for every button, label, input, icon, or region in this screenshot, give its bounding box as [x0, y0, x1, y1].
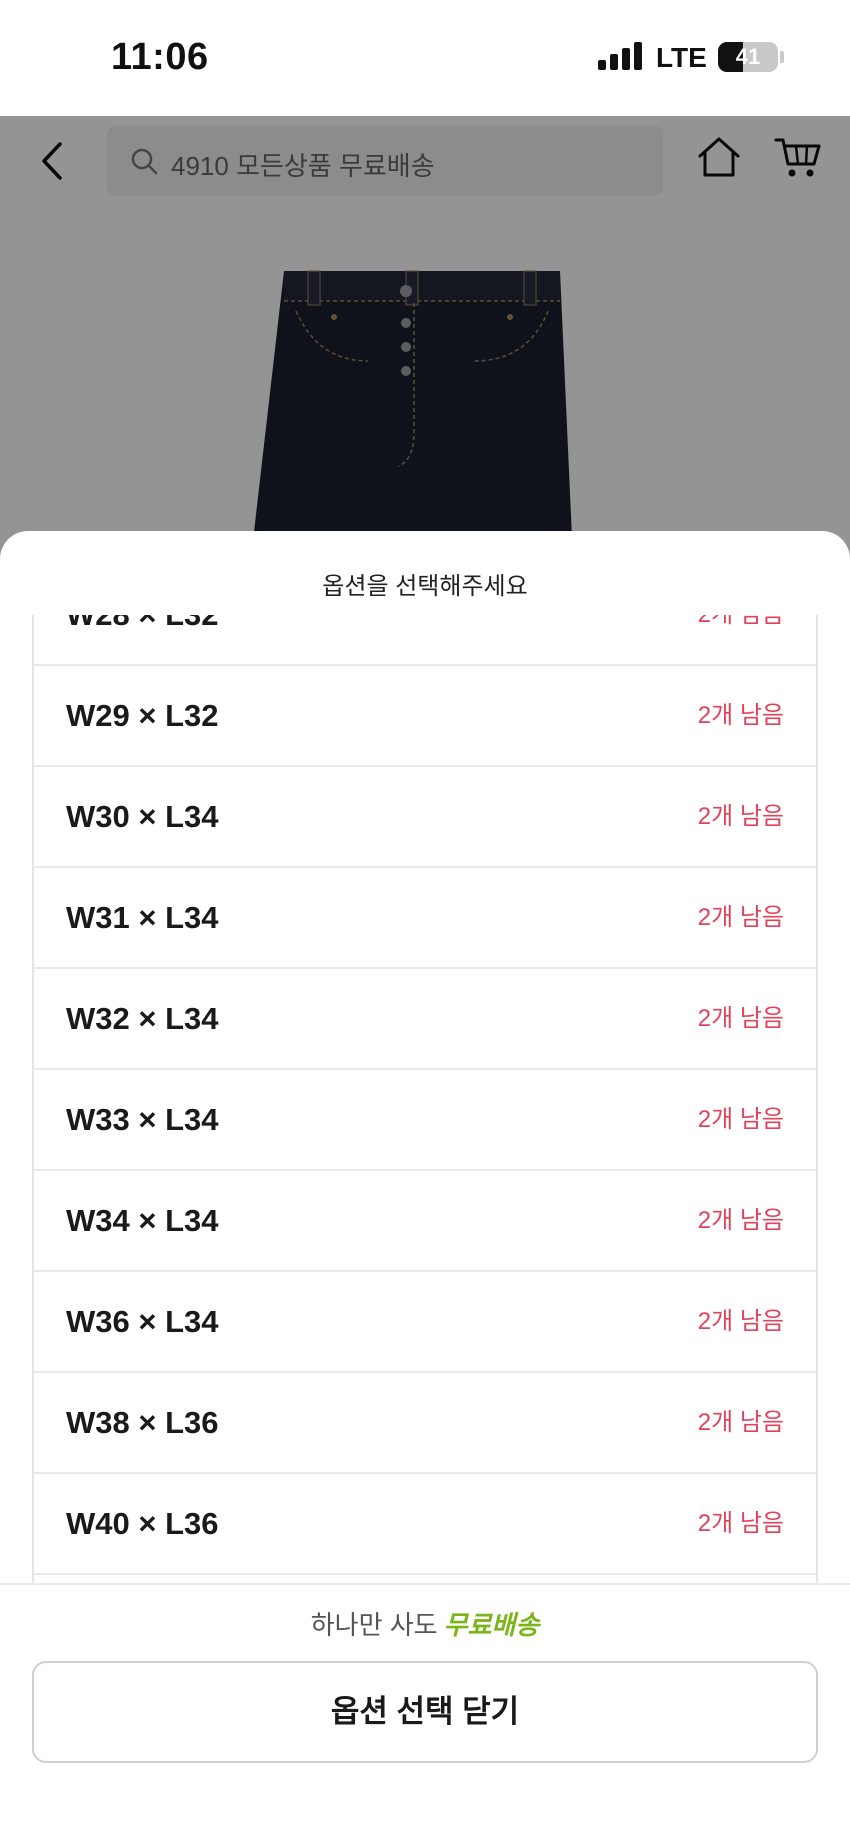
option-size: W29 × L32 [66, 698, 219, 733]
option-stock: 2개 남음 [697, 1308, 784, 1335]
option-stock: 2개 남음 [697, 1409, 784, 1436]
option-size: W30 × L34 [66, 799, 219, 834]
option-item[interactable]: W30 × L34 2개 남음 [34, 767, 816, 868]
network-type: LTE [656, 42, 707, 73]
option-item[interactable]: W34 × L34 2개 남음 [34, 1171, 816, 1272]
option-stock: 2개 남음 [697, 1106, 784, 1133]
close-options-button[interactable]: 옵션 선택 닫기 [32, 1661, 818, 1763]
option-item[interactable]: W40 × L36 2개 남음 [34, 1474, 816, 1575]
status-time: 11:06 [111, 36, 209, 78]
option-item[interactable]: W33 × L34 2개 남음 [34, 1070, 816, 1171]
status-bar: 11:06 LTE 41 [0, 0, 850, 116]
battery-level: 41 [735, 44, 761, 69]
option-item[interactable]: W36 × L34 2개 남음 [34, 1272, 816, 1373]
option-stock: 2개 남음 [697, 904, 784, 931]
option-stock: 2개 남음 [697, 702, 784, 729]
option-bottom-sheet: 옵션을 선택해주세요 W28 × L32 2개 남음 W29 × L32 2개 … [0, 531, 850, 1842]
option-size: W33 × L34 [66, 1102, 219, 1137]
promo-text: 하나만 사도 [310, 1610, 438, 1640]
option-item[interactable]: W32 × L34 2개 남음 [34, 969, 816, 1070]
option-stock: 2개 남음 [697, 803, 784, 830]
option-list[interactable]: W28 × L32 2개 남음 W29 × L32 2개 남음 W30 × L3… [32, 615, 818, 1615]
signal-strength-icon [598, 42, 644, 70]
option-item[interactable]: W29 × L32 2개 남음 [34, 666, 816, 767]
option-size: W28 × L32 [66, 615, 219, 665]
option-size: W32 × L34 [66, 1001, 219, 1036]
option-stock: 2개 남음 [697, 1510, 784, 1537]
option-item[interactable]: W31 × L34 2개 남음 [34, 868, 816, 969]
option-stock: 2개 남음 [698, 615, 784, 665]
battery-icon: 41 [718, 42, 778, 72]
option-size: W38 × L36 [66, 1405, 219, 1440]
sheet-title: 옵션을 선택해주세요 [322, 573, 528, 600]
option-stock: 2개 남음 [697, 1207, 784, 1234]
option-size: W31 × L34 [66, 900, 219, 935]
sheet-footer: 하나만 사도 무료배송 옵션 선택 닫기 [0, 1583, 850, 1842]
option-item[interactable]: W28 × L32 2개 남음 [34, 615, 816, 666]
promo-highlight: 무료배송 [443, 1610, 540, 1640]
option-size: W36 × L34 [66, 1304, 219, 1339]
option-item[interactable]: W38 × L36 2개 남음 [34, 1373, 816, 1474]
option-size: W40 × L36 [66, 1506, 219, 1541]
free-shipping-promo: 하나만 사도 무료배송 [0, 1605, 850, 1642]
option-size: W34 × L34 [66, 1203, 219, 1238]
battery-cap [780, 51, 784, 63]
option-stock: 2개 남음 [697, 1005, 784, 1032]
